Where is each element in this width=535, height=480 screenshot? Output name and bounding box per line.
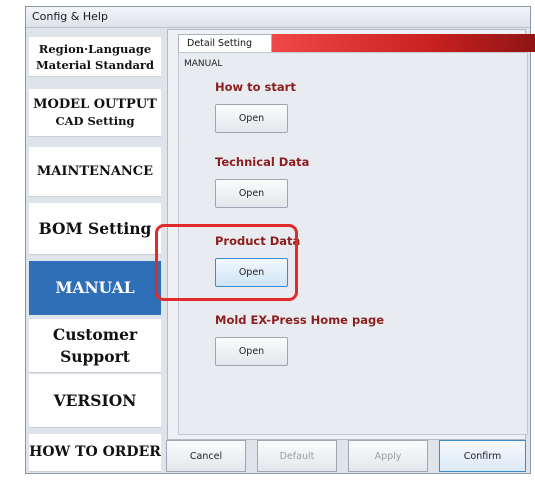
sidebar: Region·Language Material Standard MODEL … — [26, 29, 163, 473]
sidebar-item-label: MANUAL — [55, 277, 135, 297]
sidebar-item-label: Customer — [52, 324, 138, 344]
tab-bar-accent — [272, 34, 535, 52]
sidebar-item-bom-setting[interactable]: BOM Setting — [29, 203, 161, 255]
sidebar-item-manual[interactable]: MANUAL — [29, 261, 161, 315]
sidebar-item-model-output[interactable]: MODEL OUTPUT CAD Setting — [29, 89, 161, 137]
tab-detail-setting[interactable]: Detail Setting — [178, 34, 272, 52]
footer-bar: Cancel Default Apply Confirm — [166, 440, 527, 472]
sidebar-item-label: Support — [60, 346, 130, 366]
sidebar-item-customer-support[interactable]: Customer Support — [29, 319, 161, 373]
apply-button[interactable]: Apply — [348, 440, 428, 472]
sidebar-item-region-language[interactable]: Region·Language Material Standard — [29, 37, 161, 77]
sidebar-item-version[interactable]: VERSION — [29, 374, 161, 428]
tab-bar: Detail Setting — [178, 34, 535, 52]
cancel-button[interactable]: Cancel — [166, 440, 246, 472]
highlight-box — [155, 224, 298, 301]
sidebar-item-maintenance[interactable]: MAINTENANCE — [29, 147, 161, 197]
open-how-to-start-button[interactable]: Open — [215, 104, 288, 133]
open-technical-data-button[interactable]: Open — [215, 179, 288, 208]
sidebar-item-how-to-order[interactable]: HOW TO ORDER — [29, 434, 161, 472]
window-title: Config & Help — [32, 10, 108, 23]
group-title: How to start — [215, 80, 296, 94]
sidebar-item-label: Material Standard — [35, 57, 155, 72]
sidebar-item-label: CAD Setting — [55, 113, 135, 128]
sidebar-item-label: BOM Setting — [38, 218, 152, 238]
sidebar-item-label: HOW TO ORDER — [29, 444, 161, 460]
title-bar: Config & Help — [26, 7, 530, 28]
group-title: Technical Data — [215, 155, 310, 169]
open-mold-express-home-button[interactable]: Open — [215, 337, 288, 366]
sidebar-item-label: MAINTENANCE — [36, 164, 154, 179]
sidebar-item-label: VERSION — [53, 390, 137, 410]
sidebar-item-label: MODEL OUTPUT — [33, 96, 157, 112]
default-button[interactable]: Default — [257, 440, 337, 472]
group-title: Mold EX-Press Home page — [215, 313, 385, 327]
panel-label: MANUAL — [184, 59, 223, 69]
sidebar-item-label: Region·Language — [38, 41, 152, 56]
confirm-button[interactable]: Confirm — [439, 440, 526, 472]
